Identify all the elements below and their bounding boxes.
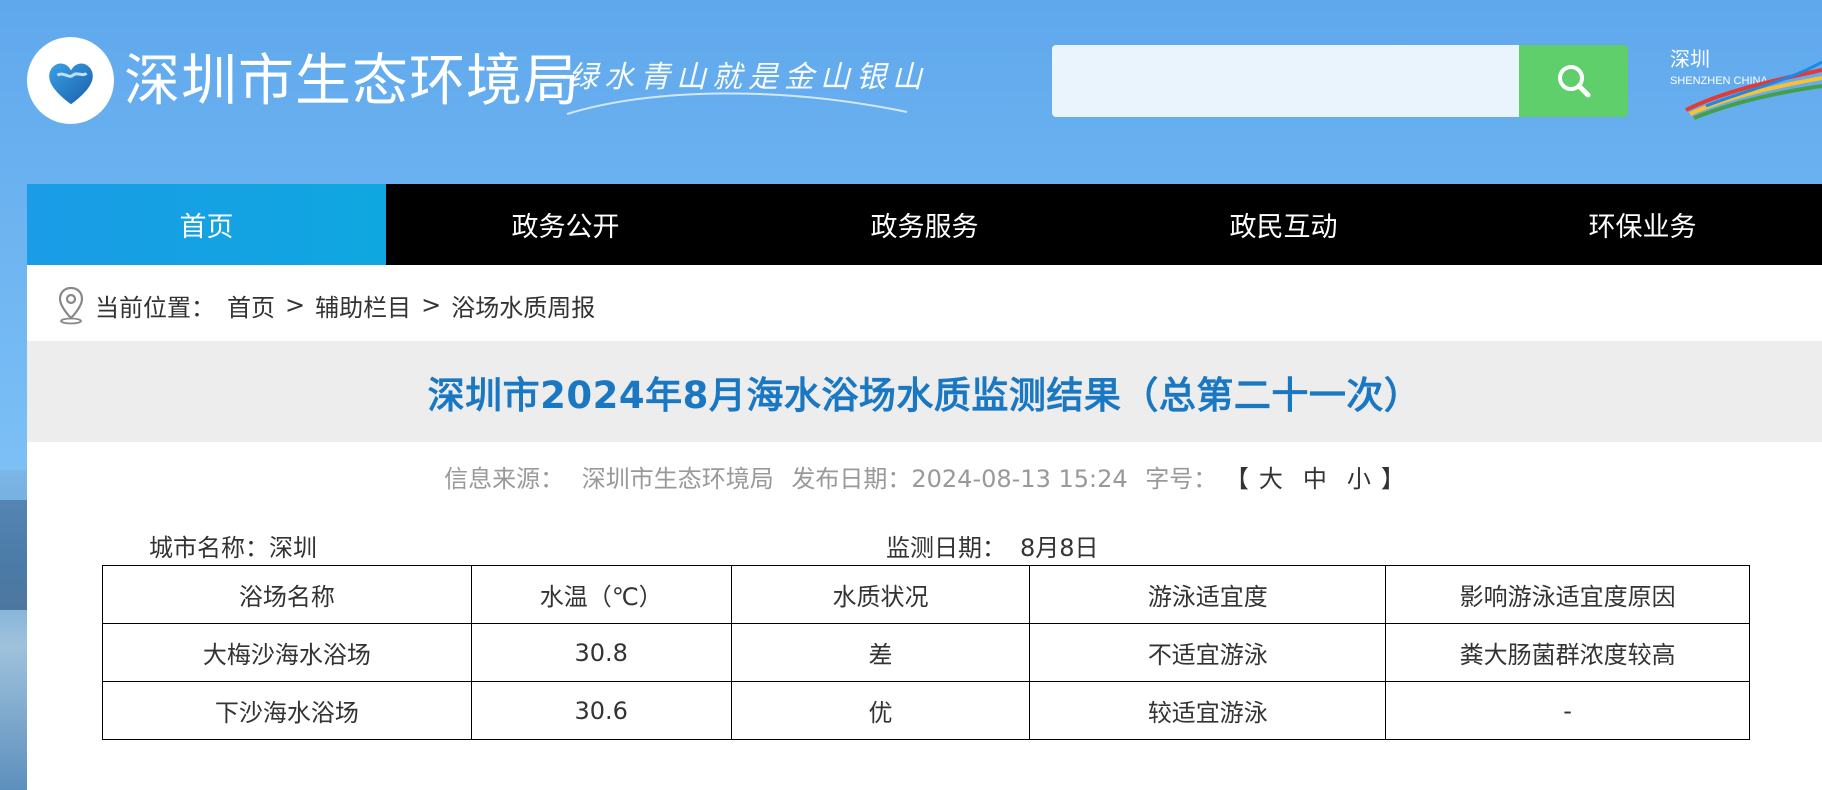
monitor-date: 监测日期： 8月8日 xyxy=(886,528,1099,563)
table-header-cell: 游泳适宜度 xyxy=(1029,565,1387,624)
table-cell: - xyxy=(1385,681,1750,740)
site-logo[interactable] xyxy=(27,37,114,124)
nav-item-home[interactable]: 首页 xyxy=(27,184,386,265)
table-header-cell: 影响游泳适宜度原因 xyxy=(1385,565,1750,624)
search-input[interactable] xyxy=(1052,45,1519,117)
table-row: 下沙海水浴场 30.6 优 较适宜游泳 - xyxy=(102,681,1750,740)
breadcrumb-prefix: 当前位置： xyxy=(95,293,215,322)
table-cell: 不适宜游泳 xyxy=(1029,623,1387,682)
city-logo-cn: 深圳 xyxy=(1670,47,1710,71)
article-title-bar: 深圳市2024年8月海水浴场水质监测结果（总第二十一次） xyxy=(27,341,1822,442)
monitor-date-value: 8月8日 xyxy=(1020,534,1099,562)
main-nav: 首页 政务公开 政务服务 政民互动 环保业务 xyxy=(27,184,1822,265)
site-title[interactable]: 深圳市生态环境局 xyxy=(124,46,580,118)
building-silhouette xyxy=(0,500,27,610)
table-header-cell: 水质状况 xyxy=(730,565,1031,624)
font-size-bracket-close: 】 xyxy=(1380,465,1405,493)
table-cell: 30.8 xyxy=(470,623,732,682)
monitor-date-label: 监测日期： xyxy=(886,534,1006,562)
left-background-decoration xyxy=(0,470,27,790)
table-header-cell: 浴场名称 xyxy=(102,565,472,624)
table-header-row: 浴场名称 水温（℃） 水质状况 游泳适宜度 影响游泳适宜度原因 xyxy=(102,565,1750,624)
nav-item-interaction[interactable]: 政民互动 xyxy=(1104,184,1463,265)
slogan-swoosh-decoration xyxy=(566,92,908,115)
breadcrumb-separator: > xyxy=(421,291,442,319)
breadcrumb-item-home[interactable]: 首页 xyxy=(227,288,275,323)
table-cell: 大梅沙海水浴场 xyxy=(102,623,472,682)
article-meta: 信息来源： 深圳市生态环境局 发布日期：2024-08-13 15:24 字号：… xyxy=(27,459,1822,494)
table-cell: 粪大肠菌群浓度较高 xyxy=(1385,623,1750,682)
date-value: 2024-08-13 15:24 xyxy=(911,465,1128,493)
table-row: 大梅沙海水浴场 30.8 差 不适宜游泳 粪大肠菌群浓度较高 xyxy=(102,623,1750,682)
table-header-cell: 水温（℃） xyxy=(470,565,732,624)
nav-item-gov-service[interactable]: 政务服务 xyxy=(745,184,1104,265)
source-label: 信息来源： xyxy=(444,465,565,493)
article-title: 深圳市2024年8月海水浴场水质监测结果（总第二十一次） xyxy=(427,373,1422,417)
breadcrumb-separator: > xyxy=(285,291,306,319)
source-value: 深圳市生态环境局 xyxy=(581,465,774,493)
font-size-label: 字号： xyxy=(1145,465,1218,493)
font-size-bracket-open: 【 xyxy=(1224,465,1249,493)
city-value: 深圳 xyxy=(269,534,317,562)
nav-item-gov-open[interactable]: 政务公开 xyxy=(386,184,745,265)
content-area: 当前位置： 首页 > 辅助栏目 > 浴场水质周报 深圳市2024年8月海水浴场水… xyxy=(27,265,1822,790)
date-label: 发布日期： xyxy=(791,465,912,493)
font-size-large-link[interactable]: 大 xyxy=(1259,465,1283,493)
table-cell: 优 xyxy=(730,681,1031,740)
shenzhen-city-logo: 深圳 SHENZHEN CHINA xyxy=(1670,47,1822,120)
search-button[interactable] xyxy=(1519,45,1628,117)
table-cell: 较适宜游泳 xyxy=(1029,681,1387,740)
table-cell: 30.6 xyxy=(470,681,732,740)
heart-logo-icon xyxy=(48,62,93,104)
water-quality-table: 浴场名称 水温（℃） 水质状况 游泳适宜度 影响游泳适宜度原因 大梅沙海水浴场 … xyxy=(102,565,1750,740)
table-cell: 下沙海水浴场 xyxy=(102,681,472,740)
city-label: 城市名称： xyxy=(149,534,269,562)
site-header: 深圳市生态环境局 绿水青山就是金山银山 深圳 SHENZHEN CHINA xyxy=(0,0,1822,184)
nav-item-env-business[interactable]: 环保业务 xyxy=(1463,184,1822,265)
table-cell: 差 xyxy=(730,623,1031,682)
breadcrumb-item-aux[interactable]: 辅助栏目 xyxy=(315,288,411,323)
font-size-small-link[interactable]: 小 xyxy=(1347,465,1371,493)
font-size-medium-link[interactable]: 中 xyxy=(1303,465,1327,493)
location-pin-icon xyxy=(58,286,84,325)
breadcrumb: 当前位置： 首页 > 辅助栏目 > 浴场水质周报 xyxy=(55,285,595,325)
city-name: 城市名称：深圳 xyxy=(149,528,317,563)
breadcrumb-item-current[interactable]: 浴场水质周报 xyxy=(451,288,595,323)
search-icon xyxy=(1557,65,1590,98)
